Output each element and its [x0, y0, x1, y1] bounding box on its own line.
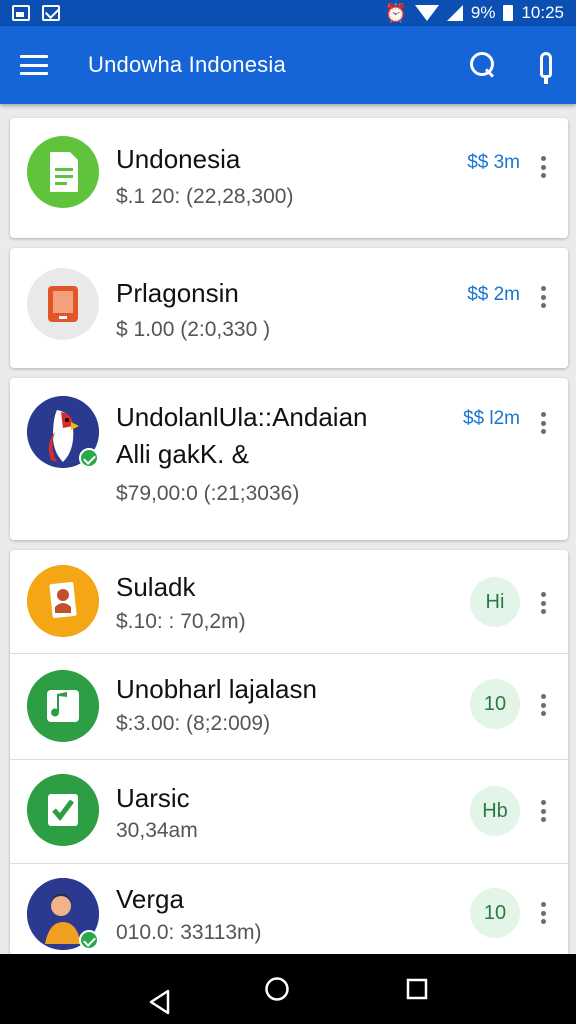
home-icon[interactable] [264, 976, 290, 1002]
list-item[interactable]: Suladk $.10: : 70,2m) Hi [10, 550, 568, 654]
hamburger-icon[interactable] [20, 55, 48, 75]
item-amount: $$ 2m [467, 284, 520, 305]
verified-check-icon [79, 930, 99, 950]
overflow-menu-icon[interactable] [541, 592, 546, 614]
item-amount: $$ l2m [462, 408, 520, 429]
mail-notification-icon [42, 5, 60, 21]
item-title: Suladk [116, 572, 196, 602]
list-item[interactable]: Verga 010.0: 33113m) 10 [10, 864, 568, 956]
item-badge: 10 [470, 888, 520, 938]
page-title: Undowha Indonesia [88, 52, 286, 77]
item-subtitle: $79,00:0 (:21;3036) [116, 482, 300, 505]
item-title: Undonesia [116, 144, 241, 174]
clock: 10:25 [521, 3, 564, 22]
overflow-menu-icon[interactable] [541, 286, 546, 308]
more-icon[interactable] [540, 52, 552, 84]
list-item[interactable]: UndolanlUla::Andaian Alli gakK. & $79,00… [10, 378, 568, 540]
list-item[interactable]: Undonesia $.1 20: (22,28,300) $$ 3m [10, 118, 568, 238]
search-icon[interactable] [470, 52, 496, 78]
overflow-menu-icon[interactable] [541, 800, 546, 822]
music-avatar-icon [27, 670, 99, 742]
item-subtitle: $ 1.00 (2:0,330 ) [116, 318, 271, 341]
signal-icon [446, 5, 463, 21]
item-amount: $$ 3m [467, 152, 520, 173]
list-item[interactable]: Uarsic 30,34am Hb [10, 760, 568, 864]
battery-percent: 9% [470, 3, 496, 22]
verified-check-icon [79, 448, 99, 468]
battery-icon [503, 5, 514, 21]
overflow-menu-icon[interactable] [541, 902, 546, 924]
item-list: Undonesia $.1 20: (22,28,300) $$ 3m Prla… [10, 118, 568, 956]
status-bar: ⏰ 9% 10:25 [0, 0, 576, 26]
parrot-avatar-icon [27, 396, 99, 468]
overflow-menu-icon[interactable] [541, 694, 546, 716]
app-bar: Undowha Indonesia [0, 26, 576, 104]
item-title-line-2: Alli gakK. & [116, 439, 249, 469]
system-nav-bar [0, 954, 576, 1024]
item-title: Unobharl lajalasn [116, 674, 317, 704]
item-badge: Hi [470, 577, 520, 627]
item-title: Prlagonsin [116, 278, 239, 308]
item-title: Uarsic [116, 783, 190, 813]
list-item[interactable]: Prlagonsin $ 1.00 (2:0,330 ) $$ 2m [10, 248, 568, 368]
tablet-avatar-icon [27, 268, 99, 340]
item-badge: 10 [470, 679, 520, 729]
list-item[interactable]: Unobharl lajalasn $:3.00: (8;2:009) 10 [10, 654, 568, 760]
item-subtitle: $.10: : 70,2m) [116, 610, 246, 633]
overflow-menu-icon[interactable] [541, 412, 546, 434]
item-subtitle: $.1 20: (22,28,300) [116, 185, 294, 208]
alarm-icon: ⏰ [384, 2, 407, 23]
item-subtitle: $:3.00: (8;2:009) [116, 712, 271, 735]
item-subtitle: 30,34am [116, 819, 198, 842]
item-subtitle: 010.0: 33113m) [116, 921, 262, 944]
photo-avatar-icon [27, 565, 99, 637]
person-avatar-icon [27, 878, 99, 950]
item-title: UndolanlUla::Andaian [116, 402, 368, 432]
list-group: Suladk $.10: : 70,2m) Hi Unobharl lajala… [10, 550, 568, 956]
document-avatar-icon [27, 136, 99, 208]
image-notification-icon [12, 5, 30, 21]
item-title: Verga [116, 884, 184, 914]
item-badge: Hb [470, 786, 520, 836]
overflow-menu-icon[interactable] [541, 156, 546, 178]
wifi-icon [414, 5, 439, 21]
recents-icon[interactable] [406, 978, 428, 1000]
edit-check-avatar-icon [27, 774, 99, 846]
